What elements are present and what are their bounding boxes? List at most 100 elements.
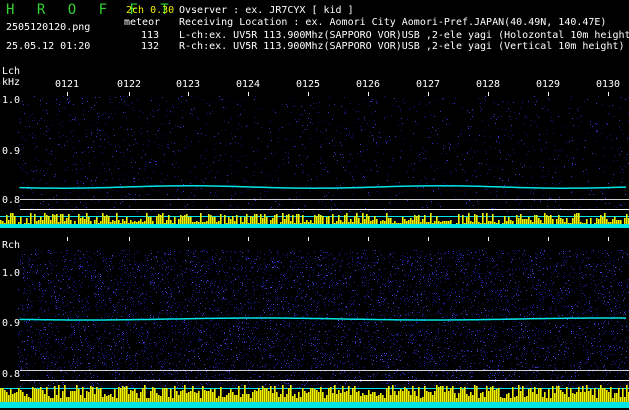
lch-meteor-bar [436, 216, 438, 228]
rch-meteor-bar [622, 388, 624, 404]
rch-meteor-bar [566, 387, 568, 404]
rch-meteor-bar [490, 387, 492, 404]
lch-meteor-bar [494, 222, 496, 228]
lch-ytick-0-8: 0.8 [2, 195, 21, 206]
lch-meteor-bar [464, 223, 466, 228]
rch-meteor-bar [454, 393, 456, 404]
lch-meteor-bar [422, 219, 424, 228]
rch-meteor-bar [596, 398, 598, 404]
lch-meteor-bar [246, 214, 248, 228]
lch-meteor-bar [142, 222, 144, 228]
lch-meteor-bar [118, 220, 120, 228]
lch-meteor-bar [240, 217, 242, 228]
lch-meteor-bar [374, 216, 376, 228]
lch-meteor-bar [562, 219, 564, 228]
rch-meteor-bar [316, 390, 318, 404]
time-tick: 0129 [536, 79, 561, 90]
lch-meteor-bar [318, 214, 320, 228]
rch-meteor-bar [160, 396, 162, 404]
rch-meteor-bar [88, 392, 90, 404]
rch-meteor-bar [548, 389, 550, 404]
lch-meteor-bar [70, 220, 72, 228]
rch-meteor-bar [330, 387, 332, 404]
lch-meteor-bar [106, 215, 108, 228]
lch-meteor-bar [16, 224, 18, 228]
rch-meteor-bar [158, 395, 160, 404]
lch-meteor-bar [414, 215, 416, 228]
lch-meteor-bar [144, 221, 146, 228]
lch-meteor-bar [90, 221, 92, 228]
lch-meteor-bar [452, 224, 454, 228]
rch-meteor-bar [202, 386, 204, 404]
lch-meteor-bar [34, 214, 36, 228]
lch-meteor-bar [418, 215, 420, 228]
lch-meteor-bar [458, 214, 460, 228]
lch-meteor-bar [88, 217, 90, 228]
lch-meteor-bar [428, 222, 430, 228]
rch-meteor-bar [420, 398, 422, 404]
lch-meteor-bar [214, 217, 216, 228]
rch-meteor-bar [254, 390, 256, 404]
rch-meteor-bar [542, 397, 544, 404]
rch-meteor-bar [6, 392, 8, 404]
time-tick: 0125 [296, 79, 321, 90]
lch-meteor-bar [408, 220, 410, 228]
rch-meteor-bar [212, 392, 214, 404]
lch-meteor-bar [164, 223, 166, 228]
rch-meteor-bar [282, 385, 284, 404]
lch-meteor-bar [96, 217, 98, 228]
rch-meteor-bar [60, 398, 62, 404]
rch-meteor-bar [210, 389, 212, 404]
rch-meteor-count: 132 [141, 41, 160, 52]
rch-meteor-bar [340, 393, 342, 404]
rch-meteor-bar [54, 386, 56, 404]
rch-meteor-bar [412, 386, 414, 404]
lch-meteor-bar [410, 218, 412, 228]
lch-meteor-bar [20, 217, 22, 228]
rch-meteor-bar [70, 391, 72, 404]
rch-meteor-bar [22, 392, 24, 404]
rch-meteor-bar [172, 398, 174, 404]
rch-meteor-bar [344, 392, 346, 404]
rch-meteor-bar [572, 393, 574, 404]
rch-meteor-bar [464, 387, 466, 404]
lch-meteor-bar [166, 220, 168, 228]
lch-meteor-bar [178, 219, 180, 228]
time-tick: 0122 [117, 79, 142, 90]
lch-meteor-bar [490, 221, 492, 228]
lch-meteor-bar [14, 216, 16, 228]
lch-meteor-bar [516, 215, 518, 228]
rch-meteor-bar [342, 386, 344, 404]
rch-reference-line [20, 370, 629, 371]
lch-meteor-bar [392, 223, 394, 228]
lch-meteor-bar [336, 221, 338, 228]
rch-meteor-bar [154, 388, 156, 404]
lch-meteor-bar [330, 224, 332, 228]
rch-meteor-bar [602, 388, 604, 404]
rch-meteor-bar [18, 388, 20, 404]
lch-meteor-bar [388, 218, 390, 228]
rch-meteor-bar [354, 386, 356, 404]
rch-meteor-bar [540, 388, 542, 404]
lch-meteor-bar [232, 216, 234, 228]
time-tick-mark [488, 237, 489, 241]
lch-meteor-bar [334, 223, 336, 228]
rch-meteor-bar [428, 392, 430, 404]
rch-meteor-bar [148, 398, 150, 404]
lch-meteor-bar [0, 220, 2, 228]
rch-meteor-bar [290, 385, 292, 404]
lch-meteor-bar [438, 221, 440, 228]
lch-meteor-bar [324, 224, 326, 228]
rch-meteor-bar [418, 387, 420, 404]
lch-meteor-bar [576, 213, 578, 228]
lch-meteor-bar [154, 224, 156, 228]
lch-meteor-bar [566, 218, 568, 228]
lch-meteor-bar [124, 221, 126, 228]
lch-meteor-bar [536, 215, 538, 228]
lch-meteor-bar [114, 221, 116, 228]
rch-meteor-bar [608, 392, 610, 404]
lch-meteor-bar [456, 223, 458, 228]
lch-meteor-bar [612, 219, 614, 228]
rch-meteor-bar [402, 391, 404, 404]
lch-meteor-bar [300, 223, 302, 228]
